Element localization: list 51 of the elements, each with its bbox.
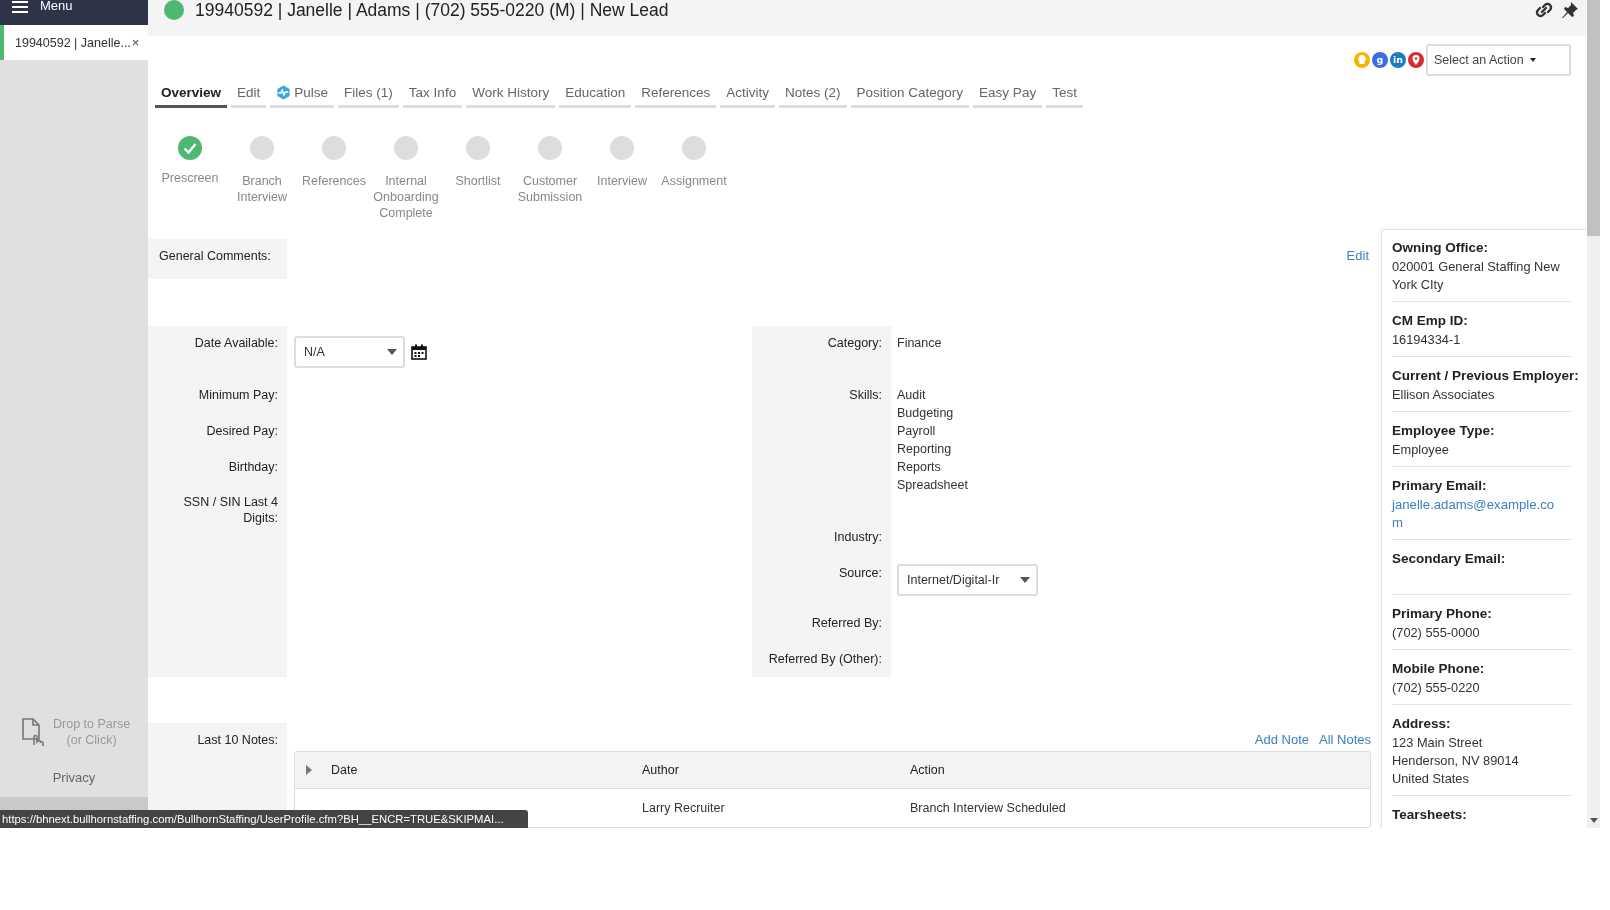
detail-value: Henderson, NV 89014 — [1392, 752, 1520, 770]
detail-label: Primary Email: — [1392, 477, 1488, 495]
field-label: Skills: — [849, 388, 882, 402]
detail-value: 16194334-1 — [1392, 331, 1462, 349]
detail-label: Address: — [1392, 715, 1452, 733]
step-label: Interview — [596, 173, 648, 189]
detail-value: United States — [1392, 770, 1470, 788]
table-cell-text: Larry Recruiter — [641, 801, 726, 815]
field-value: Reports — [897, 459, 942, 476]
step-label: Assignment — [660, 173, 728, 189]
record-title: 19940592 | Janelle | Adams | (702) 555-0220 (M) | New Lead — [195, 0, 669, 20]
step-label: References — [301, 173, 367, 189]
field-label: Minimum Pay: — [198, 388, 278, 402]
step-label: Branch Interview — [236, 173, 288, 205]
field-value: Finance — [897, 335, 943, 352]
detail-label: Primary Phone: — [1392, 605, 1493, 623]
field-label: Last 10 Notes: — [197, 733, 278, 747]
field-value: Reporting — [897, 441, 953, 458]
step-label: Prescreen — [160, 170, 220, 186]
detail-label: Tearsheets: — [1392, 806, 1468, 824]
detail-label: Owning Office: — [1392, 239, 1489, 257]
field-label: Industry: — [834, 530, 882, 544]
field-label: Birthday: — [228, 460, 278, 474]
detail-label: Mobile Phone: — [1392, 660, 1486, 678]
step-label: Shortlist — [454, 173, 502, 189]
field-label: Source: — [838, 566, 882, 580]
field-value: Payroll — [897, 423, 937, 440]
field-label: Referred By (Other): — [768, 652, 882, 666]
detail-value: 123 Main Street — [1392, 734, 1484, 752]
field-value: Spreadsheet — [897, 477, 969, 494]
field-label: General Comments: — [159, 249, 271, 263]
detail-value: (702) 555-0000 — [1392, 624, 1481, 642]
field-label: Date Available: — [194, 336, 278, 350]
field-label: SSN / SIN Last 4 Digits: — [183, 495, 278, 525]
detail-label: Employee Type: — [1392, 422, 1496, 440]
detail-label: Current / Previous Employer: — [1392, 367, 1580, 385]
table-cell-text: Branch Interview Scheduled — [909, 801, 1067, 815]
detail-label: CM Emp ID: — [1392, 312, 1469, 330]
step-label: Customer Submission — [516, 173, 584, 205]
field-value: Audit — [897, 387, 927, 404]
field-label: Referred By: — [811, 616, 882, 630]
detail-value: 020001 General Staffing New York CIty — [1392, 258, 1561, 294]
field-label: Desired Pay: — [206, 424, 278, 438]
detail-value: Employee — [1392, 441, 1450, 459]
field-label: Category: — [827, 336, 882, 350]
step-label: Internal Onboarding Complete — [372, 173, 440, 221]
detail-label: Secondary Email: — [1392, 550, 1507, 568]
detail-value: Ellison Associates — [1392, 386, 1496, 404]
detail-value: (702) 555-0220 — [1392, 679, 1481, 697]
url-status-tooltip: https://bhnext.bullhornstaffing.com/BullhornStaffing/UserProfile.cfm?BH__ENCR=TRUE&SKIPMAI... — [0, 810, 528, 828]
field-value: Budgeting — [897, 405, 955, 422]
